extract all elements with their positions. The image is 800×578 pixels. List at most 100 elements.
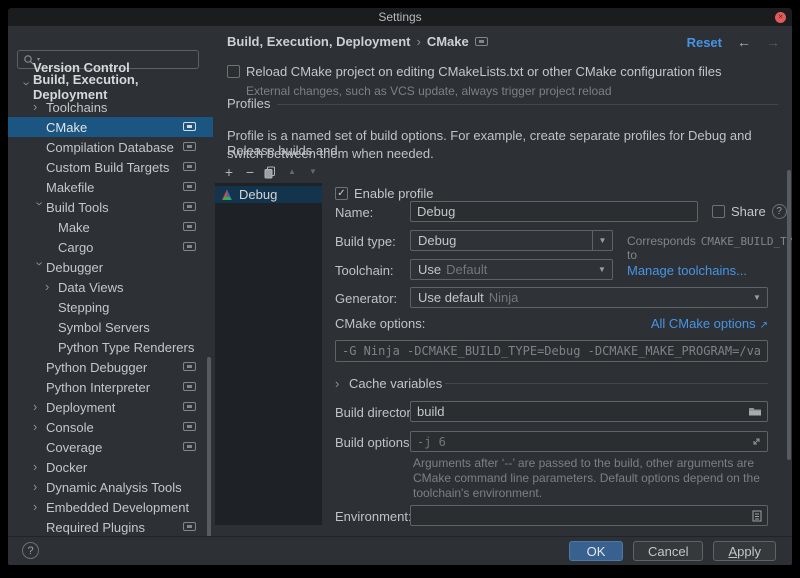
settings-content: Build, Execution, Deployment › CMake Res… — [213, 26, 792, 536]
forward-arrow-icon: → — [766, 34, 780, 50]
environment-field-wrap — [410, 505, 768, 526]
enable-profile-checkbox[interactable]: ✓ — [335, 187, 348, 200]
project-scope-icon — [475, 37, 488, 46]
reload-cmake-checkbox[interactable] — [227, 65, 240, 78]
monitor-icon — [183, 202, 196, 211]
share-row: Share ? — [712, 204, 787, 219]
build-options-hint-line2: CMake command line parameters. Default o… — [413, 471, 760, 485]
chevron-down-icon: ▼ — [592, 231, 612, 250]
monitor-icon — [183, 162, 196, 171]
breadcrumb-section[interactable]: Build, Execution, Deployment — [227, 34, 410, 49]
sidebar-item-deployment[interactable]: Deployment — [8, 397, 213, 417]
name-label: Name: — [335, 205, 373, 220]
sidebar-item-python-debugger[interactable]: Python Debugger — [8, 357, 213, 377]
profiles-section-divider — [277, 104, 778, 105]
sidebar-item-debugger[interactable]: Debugger — [8, 257, 213, 277]
environment-list-icon[interactable] — [752, 510, 762, 522]
chevron-right-icon — [33, 461, 46, 473]
profiles-list[interactable]: Debug — [215, 183, 322, 525]
sidebar-item-docker[interactable]: Docker — [8, 457, 213, 477]
sidebar-item-toolchains[interactable]: Toolchains — [8, 97, 213, 117]
sidebar-item-label: Build Tools — [46, 200, 109, 215]
sidebar-item-cmake[interactable]: CMake — [8, 117, 213, 137]
reset-button[interactable]: Reset — [687, 35, 722, 50]
sidebar-scrollbar[interactable] — [207, 357, 211, 545]
sidebar-item-symbol-servers[interactable]: Symbol Servers — [8, 317, 213, 337]
chevron-right-icon — [335, 378, 345, 390]
sidebar-item-stepping[interactable]: Stepping — [8, 297, 213, 317]
build-options-input[interactable] — [411, 435, 751, 449]
settings-tree: Version ControlBuild, Execution, Deploym… — [8, 57, 213, 537]
sidebar-item-label: Cargo — [58, 240, 93, 255]
ok-button[interactable]: OK — [569, 541, 623, 561]
share-help-icon[interactable]: ? — [772, 204, 787, 219]
toolchain-value-prefix: Use — [418, 262, 441, 277]
sidebar-item-compilation-database[interactable]: Compilation Database — [8, 137, 213, 157]
enable-profile-label: Enable profile — [354, 186, 434, 201]
external-link-icon: ↗ — [760, 320, 768, 331]
chevron-down-icon — [34, 202, 46, 215]
sidebar-item-data-views[interactable]: Data Views — [8, 277, 213, 297]
build-directory-input[interactable] — [411, 404, 748, 419]
move-up-button: ▲ — [285, 164, 299, 180]
expand-icon[interactable] — [751, 436, 762, 447]
sidebar-item-embedded-development[interactable]: Embedded Development — [8, 497, 213, 517]
profile-list-item-debug[interactable]: Debug — [215, 186, 322, 203]
toolchain-value: Default — [446, 262, 487, 277]
toolchain-dropdown[interactable]: Use Default ▼ — [410, 259, 613, 280]
help-button[interactable]: ? — [22, 542, 39, 559]
manage-toolchains-link[interactable]: Manage toolchains... — [627, 263, 747, 278]
sidebar-item-custom-build-targets[interactable]: Custom Build Targets — [8, 157, 213, 177]
sidebar-item-label: Make — [58, 220, 90, 235]
copy-profile-button[interactable] — [264, 166, 278, 179]
close-icon[interactable]: ✕ — [775, 12, 786, 23]
sidebar-item-make[interactable]: Make — [8, 217, 213, 237]
generator-value-prefix: Use default — [418, 290, 484, 305]
sidebar-item-label: Debugger — [46, 260, 103, 275]
folder-icon[interactable] — [748, 406, 762, 417]
chevron-down-icon: ▼ — [747, 288, 767, 307]
build-directory-field-wrap — [410, 401, 768, 422]
sidebar-item-coverage[interactable]: Coverage — [8, 437, 213, 457]
sidebar-item-required-plugins[interactable]: Required Plugins — [8, 517, 213, 537]
sidebar-item-dynamic-analysis-tools[interactable]: Dynamic Analysis Tools — [8, 477, 213, 497]
cmake-options-input[interactable] — [336, 344, 767, 358]
build-options-label: Build options: — [335, 435, 413, 450]
cancel-button[interactable]: Cancel — [633, 541, 703, 561]
footer: ? OK Cancel Apply — [8, 536, 792, 565]
monitor-icon — [183, 402, 196, 411]
sidebar-item-build-tools[interactable]: Build Tools — [8, 197, 213, 217]
reload-cmake-label: Reload CMake project on editing CMakeLis… — [246, 64, 721, 79]
sidebar-item-cargo[interactable]: Cargo — [8, 237, 213, 257]
remove-profile-button[interactable]: − — [243, 164, 257, 180]
build-options-field-wrap — [410, 431, 768, 452]
monitor-icon — [183, 242, 196, 251]
profiles-toolbar: + − ▲ ▼ — [222, 164, 320, 180]
apply-button[interactable]: Apply — [713, 541, 776, 561]
profiles-section-title: Profiles — [227, 96, 270, 111]
profile-name: Debug — [239, 187, 277, 202]
sidebar-item-label: Custom Build Targets — [46, 160, 169, 175]
environment-input[interactable] — [411, 508, 752, 523]
sidebar-item-build-execution-deployment[interactable]: Build, Execution, Deployment — [8, 77, 213, 97]
screen: Settings ✕ ▾ Version ControlBuild, Execu… — [0, 0, 800, 578]
name-input[interactable] — [411, 204, 697, 219]
build-type-dropdown[interactable]: Debug ▼ — [410, 230, 613, 251]
build-type-hint: Corresponds to CMAKE_BUILD_TYPE — [627, 234, 792, 262]
generator-dropdown[interactable]: Use default Ninja ▼ — [410, 287, 768, 308]
share-checkbox[interactable] — [712, 205, 725, 218]
sidebar-item-console[interactable]: Console — [8, 417, 213, 437]
build-options-hint-line1: Arguments after ‘--’ are passed to the b… — [413, 456, 754, 470]
add-profile-button[interactable]: + — [222, 164, 236, 180]
all-cmake-options-link[interactable]: All CMake options ↗ — [651, 316, 768, 331]
enable-profile-row: ✓ Enable profile — [335, 186, 434, 201]
sidebar-item-python-interpreter[interactable]: Python Interpreter — [8, 377, 213, 397]
sidebar-item-makefile[interactable]: Makefile — [8, 177, 213, 197]
sidebar-item-python-type-renderers[interactable]: Python Type Renderers — [8, 337, 213, 357]
cache-variables-toggle[interactable]: Cache variables — [335, 376, 442, 391]
sidebar-item-label: Python Debugger — [46, 360, 147, 375]
sidebar-item-label: Makefile — [46, 180, 94, 195]
sidebar-item-label: Toolchains — [46, 100, 107, 115]
content-scrollbar[interactable] — [787, 170, 791, 460]
back-arrow-icon[interactable]: ← — [737, 34, 751, 50]
